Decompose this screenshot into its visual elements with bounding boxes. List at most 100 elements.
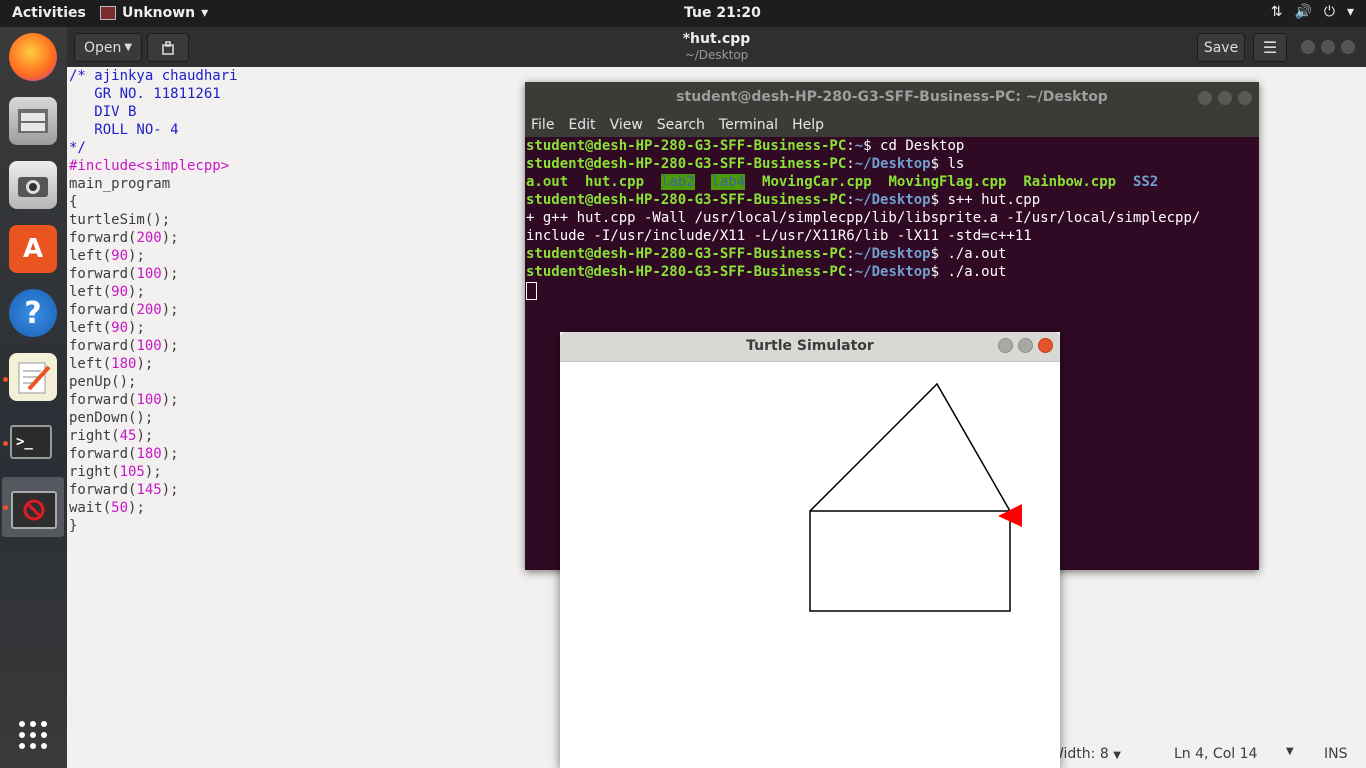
terminal-line: student@desh-HP-280-G3-SFF-Business-PC:~… [526,246,1006,264]
terminal-cursor [526,282,537,300]
code-token: penDown(); [69,410,154,426]
terminal-token: student@desh-HP-280-G3-SFF-Business-PC [526,246,847,262]
code-line[interactable]: right(45); [69,428,153,446]
code-line[interactable]: ROLL NO- 4 [69,122,178,140]
camera-icon[interactable] [9,161,57,209]
code-token: right( [69,464,120,480]
terminal-line: student@desh-HP-280-G3-SFF-Business-PC:~… [526,192,1040,210]
maximize-button[interactable] [1218,91,1232,105]
code-token: ); [161,446,179,462]
system-tray[interactable]: ⇅ 🔊 ⏻ ▾ [1271,4,1354,20]
code-token: penUp(); [69,374,137,390]
close-button[interactable] [1341,40,1355,54]
code-line[interactable]: penDown(); [69,410,153,428]
code-line[interactable]: penUp(); [69,374,136,392]
code-line[interactable]: DIV B [69,104,136,122]
code-line[interactable]: #include<simplecpp> [69,158,229,176]
code-token: 90 [111,320,129,336]
menu-file[interactable]: File [531,117,554,133]
code-line[interactable]: */ [69,140,86,158]
minimize-button[interactable] [1301,40,1315,54]
menu-edit[interactable]: Edit [568,117,595,133]
app-menu[interactable]: Unknown ▾ [100,5,208,21]
terminal-line: include -I/usr/include/X11 -L/usr/X11R6/… [526,228,1032,246]
code-line[interactable]: main_program [69,176,170,194]
chevron-down-icon[interactable]: ▼ [1286,746,1294,757]
code-line[interactable]: forward(180); [69,446,179,464]
terminal-token: SS2 [1132,174,1159,190]
clock[interactable]: Tue 21:20 [684,5,761,21]
help-icon[interactable]: ? [9,289,57,337]
code-token: ); [161,338,179,354]
drawer-icon [18,109,48,133]
code-line[interactable]: turtleSim(); [69,212,170,230]
terminal-token: student@desh-HP-280-G3-SFF-Business-PC [526,264,847,280]
power-icon: ⏻ [1323,4,1335,20]
save-button[interactable]: Save [1197,33,1245,62]
code-line[interactable]: wait(50); [69,500,145,518]
files-icon[interactable] [9,97,57,145]
code-token: ); [128,248,145,264]
code-token: ); [161,230,179,246]
terminal-token: student@desh-HP-280-G3-SFF-Business-PC [526,138,847,154]
code-token: */ [69,140,86,156]
text-editor-icon[interactable] [9,353,57,401]
maximize-button[interactable] [1321,40,1335,54]
terminal-token: student@desh-HP-280-G3-SFF-Business-PC [526,192,847,208]
menu-view[interactable]: View [610,117,643,133]
code-line[interactable]: right(105); [69,464,162,482]
code-token: 90 [111,284,129,300]
terminal-token: ~/Desktop [854,246,931,262]
turtle-canvas[interactable] [560,362,1060,768]
terminal-token: MovingCar.cpp [762,174,872,190]
close-button[interactable] [1038,338,1053,353]
code-line[interactable]: GR NO. 11811261 [69,86,220,104]
code-line[interactable]: left(180); [69,356,153,374]
code-line[interactable]: left(90); [69,284,145,302]
running-indicator [3,441,8,446]
terminal-token: : [846,246,855,262]
code-line[interactable]: forward(100); [69,338,179,356]
tab-width-selector[interactable]: Width: 8 ▼ [1050,746,1121,762]
code-line[interactable]: forward(200); [69,230,179,248]
code-token: ); [136,428,154,444]
terminal-token: ~/Desktop [854,192,931,208]
code-line[interactable]: left(90); [69,248,145,266]
terminal-token: student@desh-HP-280-G3-SFF-Business-PC [526,156,847,172]
software-center-icon[interactable]: A [9,225,57,273]
terminal-token: : [846,264,855,280]
unknown-app-icon[interactable] [11,491,57,529]
code-line[interactable]: /* ajinkya chaudhari [69,68,238,86]
code-line[interactable]: forward(100); [69,392,179,410]
close-button[interactable] [1238,91,1252,105]
code-token: ); [161,392,179,408]
volume-icon: 🔊 [1294,4,1312,20]
code-token: wait( [69,500,112,516]
turtle-simulator-window: Turtle Simulator [560,332,1060,768]
menu-search[interactable]: Search [657,117,705,133]
maximize-button[interactable] [1018,338,1033,353]
code-token: 45 [119,428,137,444]
chevron-down-icon: ▾ [201,5,209,21]
menu-terminal[interactable]: Terminal [719,117,778,133]
activities-button[interactable]: Activities [12,5,86,21]
code-line[interactable]: left(90); [69,320,145,338]
code-line[interactable]: { [69,194,77,212]
firefox-icon[interactable] [9,33,57,81]
code-line[interactable]: forward(100); [69,266,179,284]
menu-help[interactable]: Help [792,117,824,133]
minimize-button[interactable] [998,338,1013,353]
code-line[interactable]: } [69,518,77,536]
terminal-token: hut.cpp [585,174,645,190]
code-line[interactable]: forward(145); [69,482,179,500]
show-apps-icon[interactable] [9,711,57,759]
code-line[interactable]: forward(200); [69,302,179,320]
code-token: forward( [69,338,137,354]
hamburger-menu-button[interactable]: ☰ [1253,33,1287,62]
terminal-token: $ ls [930,156,965,172]
terminal-icon[interactable]: >_ [10,425,52,459]
minimize-button[interactable] [1198,91,1212,105]
